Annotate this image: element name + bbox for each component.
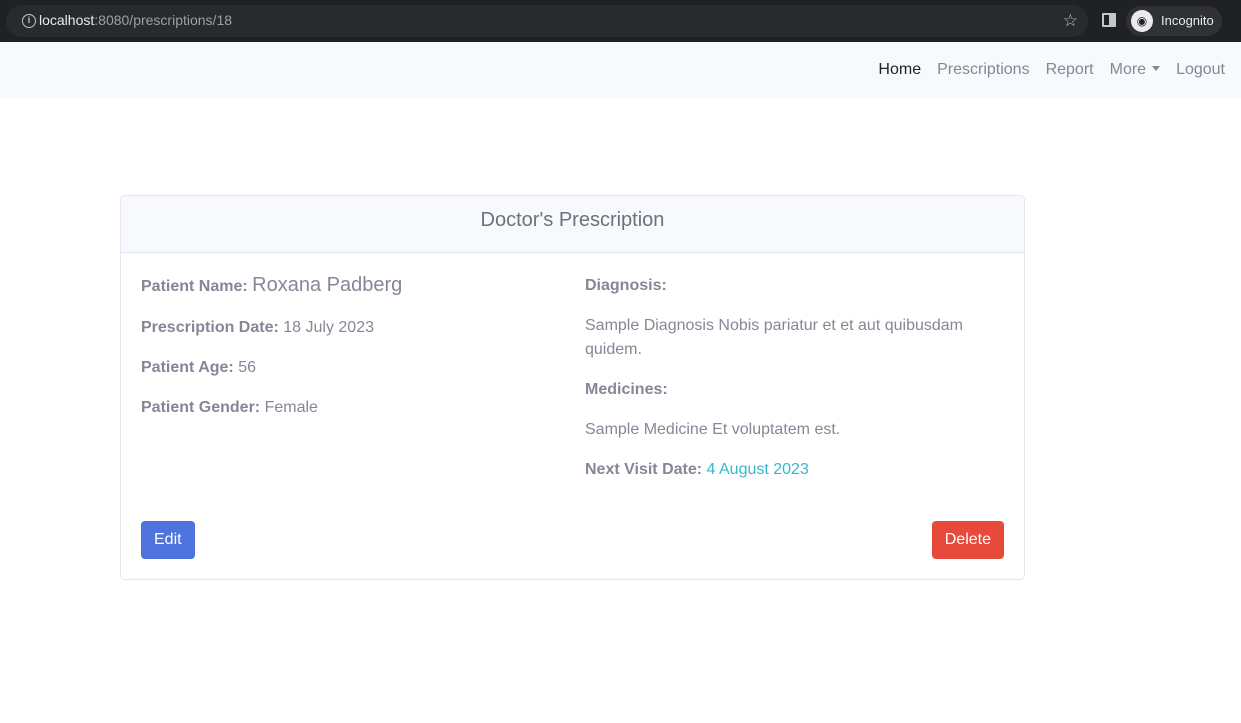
next-visit-label: Next Visit Date: xyxy=(585,461,703,478)
patient-age-row: Patient Age: 56 xyxy=(141,356,561,380)
nav-link-prescriptions[interactable]: Prescriptions xyxy=(937,61,1029,79)
side-panel-icon[interactable] xyxy=(1102,13,1116,27)
incognito-label: Incognito xyxy=(1161,13,1214,28)
prescription-card: Doctor's Prescription Patient Name: Roxa… xyxy=(120,195,1025,580)
url-text[interactable]: localhost:8080/prescriptions/18 xyxy=(39,12,232,28)
site-info-icon[interactable]: i xyxy=(22,14,36,28)
top-navbar: Home Prescriptions Report More Logout xyxy=(0,42,1241,98)
prescription-date-label: Prescription Date: xyxy=(141,319,279,336)
patient-details: Patient Name: Roxana Padberg Prescriptio… xyxy=(141,274,561,436)
incognito-icon: ◉ xyxy=(1131,10,1153,32)
patient-age-label: Patient Age: xyxy=(141,359,234,376)
patient-age-value: 56 xyxy=(238,359,256,376)
patient-name-value: Roxana Padberg xyxy=(252,274,403,296)
nav-link-logout[interactable]: Logout xyxy=(1176,61,1225,79)
patient-name-label: Patient Name: xyxy=(141,278,248,295)
patient-gender-label: Patient Gender: xyxy=(141,399,261,416)
nav-dropdown-more[interactable]: More xyxy=(1109,61,1161,79)
patient-gender-row: Patient Gender: Female xyxy=(141,396,561,420)
prescription-details: Diagnosis: Sample Diagnosis Nobis pariat… xyxy=(585,274,1005,498)
next-visit-row: Next Visit Date: 4 August 2023 xyxy=(585,458,1005,482)
card-title: Doctor's Prescription xyxy=(121,196,1024,253)
diagnosis-text: Sample Diagnosis Nobis pariatur et et au… xyxy=(585,317,963,358)
patient-name-row: Patient Name: Roxana Padberg xyxy=(141,274,561,298)
medicines-label: Medicines: xyxy=(585,381,668,398)
url-path: :8080/prescriptions/18 xyxy=(94,12,233,28)
delete-button[interactable]: Delete xyxy=(931,521,1004,559)
incognito-profile-button[interactable]: ◉ Incognito xyxy=(1126,6,1222,36)
edit-button[interactable]: Edit xyxy=(141,521,195,559)
medicines-text: Sample Medicine Et voluptatem est. xyxy=(585,421,841,438)
prescription-date-value: 18 July 2023 xyxy=(283,319,374,336)
caret-down-icon xyxy=(1152,66,1161,71)
address-bar[interactable]: i localhost:8080/prescriptions/18 ☆ xyxy=(6,5,1088,37)
nav-link-home[interactable]: Home xyxy=(878,61,921,79)
patient-gender-value: Female xyxy=(264,399,318,416)
prescription-date-row: Prescription Date: 18 July 2023 xyxy=(141,316,561,340)
next-visit-value: 4 August 2023 xyxy=(706,461,809,478)
bookmark-star-icon[interactable]: ☆ xyxy=(1063,11,1078,31)
diagnosis-label: Diagnosis: xyxy=(585,277,667,294)
url-host: localhost xyxy=(39,12,95,28)
nav-links: Home Prescriptions Report More Logout xyxy=(862,61,1225,79)
nav-link-report[interactable]: Report xyxy=(1046,61,1094,79)
browser-chrome: i localhost:8080/prescriptions/18 ☆ ◉ In… xyxy=(0,0,1241,42)
nav-more-label: More xyxy=(1109,61,1147,78)
